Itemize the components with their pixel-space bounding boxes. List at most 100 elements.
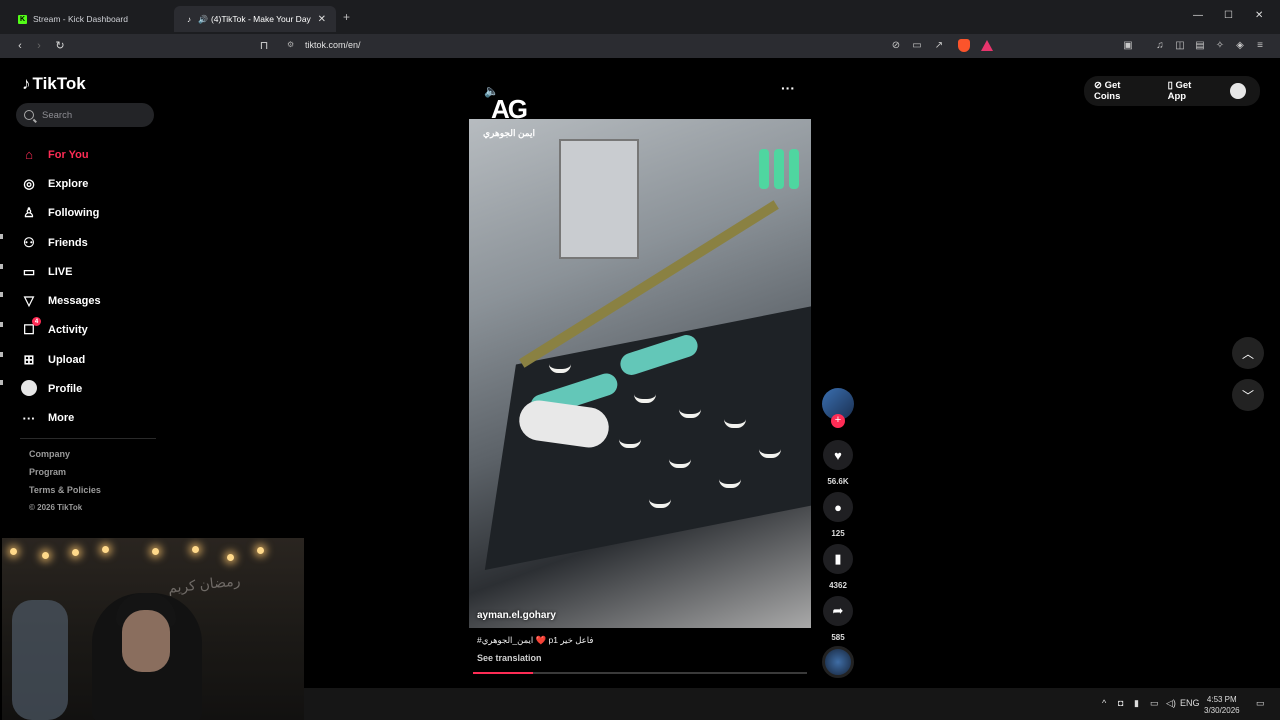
user-avatar[interactable] <box>1230 83 1246 99</box>
volume-tray-icon[interactable]: ◁) <box>1166 698 1176 709</box>
heart-icon: ♥ <box>823 440 853 470</box>
sidebar-item-following[interactable]: ♙ Following <box>20 199 101 228</box>
profile-icon <box>20 379 38 399</box>
close-window-icon[interactable]: ✕ <box>1255 10 1263 21</box>
microphone-icon[interactable]: ▮ <box>1134 698 1139 709</box>
see-translation-link[interactable]: See translation <box>477 653 542 663</box>
new-tab-button[interactable]: + <box>343 10 350 24</box>
edge-marker <box>0 322 3 327</box>
menu-icon[interactable]: ≡ <box>1253 39 1267 53</box>
language-indicator[interactable]: ENG <box>1180 698 1200 708</box>
tray-app-icon[interactable]: ◘ <box>1118 698 1123 708</box>
activity-icon: ☐ 4 <box>20 317 41 338</box>
bookmark-icon: ▮ <box>823 544 853 574</box>
follow-plus-icon[interactable]: + <box>831 414 845 428</box>
activity-badge: 4 <box>32 317 41 327</box>
tiktok-logo[interactable]: ♪ TikTok <box>22 74 86 94</box>
video-bottle-shape <box>759 149 769 189</box>
like-button[interactable]: ♥ 56.6K <box>823 440 853 486</box>
chevron-up-icon: ︿ <box>1241 346 1254 361</box>
sidebar-item-explore[interactable]: ◎ Explore <box>20 169 101 198</box>
address-bar[interactable]: tiktok.com/en/ <box>305 40 361 50</box>
bookmark-icon[interactable]: ⊓ <box>256 38 272 54</box>
comment-button[interactable]: ● 125 <box>823 492 853 538</box>
edge-marker <box>0 380 3 385</box>
system-clock[interactable]: 4:53 PM 3/30/2026 <box>1204 694 1240 716</box>
webcam-light <box>42 552 49 559</box>
tab-tiktok[interactable]: ♪ 🔊 (4)TikTok - Make Your Day ✕ <box>174 6 336 32</box>
cast-icon[interactable]: ▭ <box>910 39 924 53</box>
sidebar-item-friends[interactable]: ⚇ Friends <box>20 228 101 257</box>
sidebar-item-messages[interactable]: ▽ Messages <box>20 286 101 315</box>
wallet-icon[interactable]: ▤ <box>1193 39 1207 53</box>
site-info-icon[interactable]: ⚙ <box>287 40 294 49</box>
media-icon[interactable]: ♫ <box>1153 39 1167 53</box>
tiktok-note-icon: ♪ <box>22 74 31 93</box>
webcam-light <box>192 546 199 553</box>
save-count: 4362 <box>829 581 847 590</box>
tab-search-icon[interactable]: ▣ <box>1121 39 1135 53</box>
save-button[interactable]: ▮ 4362 <box>823 544 853 590</box>
tab-title: (4)TikTok - Make Your Day <box>210 14 311 24</box>
tray-chevron-icon[interactable]: ^ <box>1102 698 1106 708</box>
like-count: 56.6K <box>827 477 849 486</box>
footer-company-link[interactable]: Company <box>29 449 101 467</box>
previous-video-button[interactable]: ︿ <box>1232 337 1264 369</box>
sidebar-item-upload[interactable]: ⊞ Upload <box>20 345 101 374</box>
close-tab-icon[interactable]: ✕ <box>318 14 326 25</box>
home-icon: ⌂ <box>25 147 33 163</box>
footer-terms-link[interactable]: Terms & Policies <box>29 485 101 503</box>
maximize-icon[interactable]: ☐ <box>1224 10 1233 21</box>
browser-toolbar: ‹ › ↻ ⊓ ⚙ tiktok.com/en/ ⊘ ▭ ↗ ▣ ♫ ◫ ▤ ✧… <box>0 34 1280 58</box>
get-app-button[interactable]: ▯ Get App <box>1168 80 1221 102</box>
share-button[interactable]: ➦ 585 <box>823 596 853 642</box>
tiktok-icon: ♪ <box>187 14 191 24</box>
webcam-light <box>227 554 234 561</box>
creator-watermark-logo: AG <box>491 94 528 124</box>
share-icon[interactable]: ↗ <box>932 39 946 53</box>
brave-shields-icon[interactable] <box>958 39 970 52</box>
next-video-button[interactable]: ﹀ <box>1232 379 1264 411</box>
comment-count: 125 <box>831 529 845 538</box>
more-icon: ··· <box>22 410 36 426</box>
brave-rewards-icon[interactable] <box>981 40 993 51</box>
video-bottle-shape <box>774 149 784 189</box>
forward-icon[interactable]: › <box>31 38 47 54</box>
network-icon[interactable]: ▭ <box>1150 698 1159 709</box>
upload-icon: ⊞ <box>23 351 35 367</box>
compass-icon: ◎ <box>23 175 35 191</box>
video-player[interactable]: 🔈 ··· AG ايمن الجوهري ayman.el.gohary #ا… <box>469 70 811 677</box>
video-username[interactable]: ayman.el.gohary <box>477 610 556 621</box>
tab-kick-dashboard[interactable]: K Stream - Kick Dashboard <box>8 6 174 32</box>
share-arrow-icon: ➦ <box>823 596 853 626</box>
sidebar-item-activity[interactable]: ☐ 4 Activity <box>20 316 101 345</box>
video-more-icon[interactable]: ··· <box>781 80 795 96</box>
sidebar-item-for-you[interactable]: ⌂ For You <box>20 140 101 169</box>
sidebar-item-live[interactable]: ▭ LIVE <box>20 257 101 286</box>
edge-marker <box>0 352 3 357</box>
search-input[interactable]: Search <box>16 103 154 127</box>
sidebar-item-more[interactable]: ··· More <box>20 404 101 433</box>
footer-program-link[interactable]: Program <box>29 467 101 485</box>
video-progress-fill <box>473 672 534 674</box>
vpn-icon[interactable]: ◈ <box>1233 39 1247 53</box>
notifications-icon[interactable]: ▭ <box>1256 698 1265 709</box>
comment-icon: ● <box>823 492 853 522</box>
minimize-icon[interactable]: — <box>1193 10 1203 21</box>
music-disc-avatar[interactable] <box>822 646 854 678</box>
no-tracking-icon[interactable]: ⊘ <box>889 39 903 53</box>
webcam-light <box>257 547 264 554</box>
webcam-face <box>122 610 170 672</box>
messages-icon: ▽ <box>24 293 34 309</box>
sidebar-icon[interactable]: ◫ <box>1173 39 1187 53</box>
tab-title: Stream - Kick Dashboard <box>33 14 128 24</box>
audio-playing-icon[interactable]: 🔊 <box>198 15 208 24</box>
back-icon[interactable]: ‹ <box>12 38 28 54</box>
video-frame[interactable] <box>469 119 811 628</box>
sidebar-item-profile[interactable]: Profile <box>20 374 101 403</box>
get-coins-button[interactable]: ⊘ Get Coins <box>1094 80 1158 102</box>
creator-watermark-name: ايمن الجوهري <box>483 128 536 138</box>
video-progress-bar[interactable] <box>473 672 807 674</box>
reload-icon[interactable]: ↻ <box>52 38 68 54</box>
leo-ai-icon[interactable]: ✧ <box>1213 39 1227 53</box>
